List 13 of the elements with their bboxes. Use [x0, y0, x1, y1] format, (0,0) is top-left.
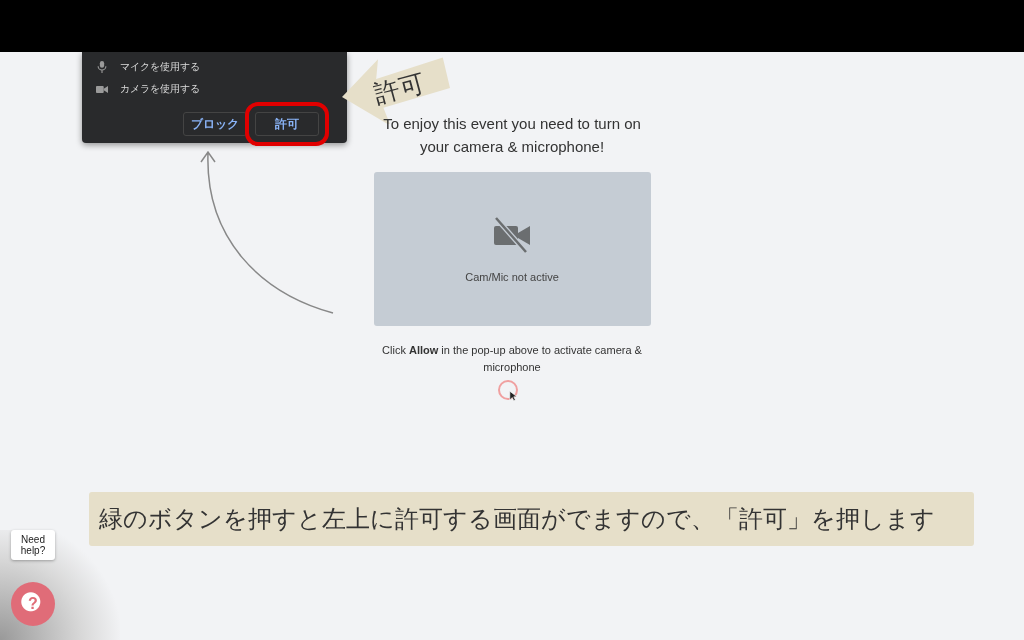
- heading: To enjoy this event you need to turn on your camera & microphone!: [382, 114, 642, 157]
- camera-off-icon: [492, 215, 532, 255]
- help-tooltip: Need help?: [11, 530, 55, 560]
- camera-icon: [96, 84, 108, 94]
- block-button[interactable]: ブロック: [183, 112, 247, 136]
- instruction-text: Click Allow in the pop-up above to activate camera & microphone: [381, 343, 643, 375]
- preview-status: Cam/Mic not active: [465, 271, 559, 283]
- cursor-icon: [498, 380, 518, 400]
- annotation-label: 許可: [370, 66, 429, 112]
- microphone-icon: [96, 61, 108, 73]
- permission-label: カメラを使用する: [120, 82, 200, 96]
- permission-label: マイクを使用する: [120, 60, 200, 74]
- caption-banner: 緑のボタンを押すと左上に許可する画面がでますので、「許可」を押します: [88, 492, 974, 546]
